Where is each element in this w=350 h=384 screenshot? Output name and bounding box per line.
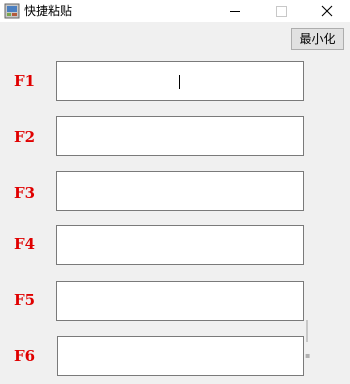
fkey-label-f4: F4 (14, 235, 36, 253)
paste-field-f6[interactable] (57, 336, 304, 376)
paste-field-f5[interactable] (56, 281, 304, 321)
paste-field-f2[interactable] (56, 116, 304, 156)
fkey-label-f1: F1 (14, 72, 36, 90)
fkey-label-f6: F6 (14, 347, 36, 365)
paste-field-f4[interactable] (56, 225, 304, 265)
fkey-label-f5: F5 (14, 291, 36, 309)
minimize-window-button[interactable] (212, 0, 258, 22)
close-window-button[interactable] (304, 0, 350, 22)
paste-field-f3[interactable] (56, 171, 304, 211)
fkey-label-f3: F3 (14, 184, 36, 202)
scrollbar-thumb[interactable] (306, 320, 308, 342)
minimize-icon (230, 10, 240, 12)
close-icon (321, 2, 333, 21)
title-bar[interactable]: 快捷粘贴 (0, 0, 350, 22)
minimize-to-tray-button[interactable]: 最小化 (291, 28, 344, 50)
maximize-window-button[interactable] (258, 0, 304, 22)
fkey-label-f2: F2 (14, 128, 36, 146)
paste-field-f1[interactable] (56, 61, 304, 101)
app-icon (4, 3, 20, 19)
resize-grip-icon[interactable]: ▪ (305, 352, 310, 360)
window-title: 快捷粘贴 (24, 4, 73, 18)
maximize-icon (275, 5, 287, 17)
text-caret (179, 75, 180, 89)
